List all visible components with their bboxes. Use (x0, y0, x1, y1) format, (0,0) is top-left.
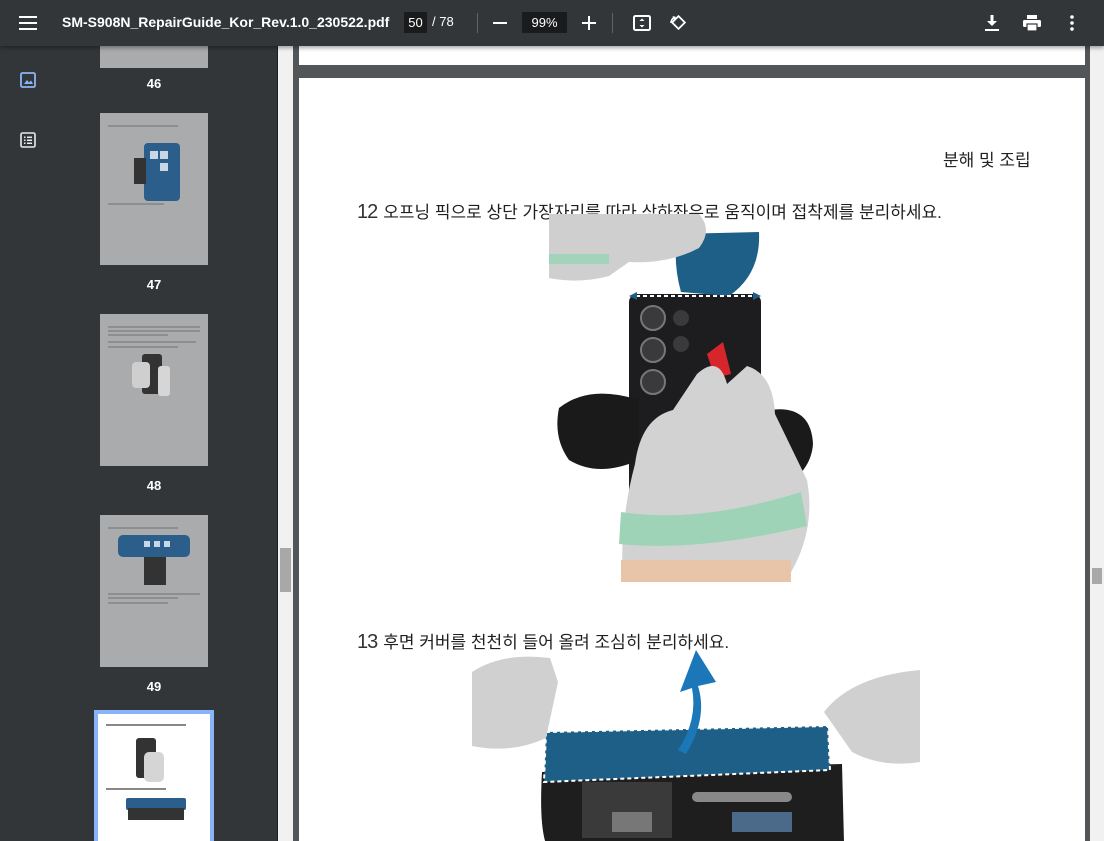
zoom-out-button[interactable] (484, 7, 516, 39)
thumbnails-tab[interactable] (14, 66, 42, 94)
figure-opening-pick (549, 214, 813, 582)
fit-page-icon (633, 15, 651, 31)
thumbnail-page-50-selected[interactable] (94, 710, 214, 841)
zoom-input[interactable]: 99% (522, 12, 567, 33)
toolbar-divider (477, 13, 478, 33)
zoom-in-icon (582, 16, 596, 30)
step-number: 12 (357, 201, 378, 223)
menu-button[interactable] (12, 7, 44, 39)
sidebar-rail (0, 46, 56, 841)
thumbnail-label: 48 (146, 478, 162, 493)
thumbnail-label: 47 (146, 277, 162, 292)
thumbnail-page-47[interactable] (100, 113, 208, 265)
previous-page (299, 46, 1085, 65)
thumbnail-image (108, 527, 200, 604)
zoom-in-button[interactable] (573, 7, 605, 39)
download-icon (985, 15, 999, 31)
more-vert-icon (1070, 15, 1074, 31)
list-icon (20, 132, 36, 148)
zoom-out-icon (493, 22, 507, 24)
print-button[interactable] (1016, 7, 1048, 39)
print-icon (1023, 15, 1041, 31)
thumbnail-page-46[interactable] (100, 46, 208, 68)
step-number: 13 (357, 631, 378, 653)
thumbnail-sidebar: 46 47 48 49 (0, 46, 277, 841)
thumbnail-page-48[interactable] (100, 314, 208, 466)
rotate-button[interactable] (662, 7, 694, 39)
outline-tab[interactable] (14, 126, 42, 154)
download-button[interactable] (976, 7, 1008, 39)
sidebar-scrollbar[interactable] (278, 46, 293, 841)
toolbar-divider (612, 13, 613, 33)
document-scrollbar[interactable] (1090, 46, 1104, 841)
section-title: 분해 및 조립 (943, 151, 1031, 170)
more-options-button[interactable] (1056, 7, 1088, 39)
sidebar-scrollbar-thumb[interactable] (280, 548, 291, 592)
thumbnail-page-49[interactable] (100, 515, 208, 667)
document-viewer: 분해 및 조립 12 오프닝 픽으로 상단 가장자리를 따라 상하좌우로 움직이며… (293, 46, 1090, 841)
document-scrollbar-thumb[interactable] (1092, 568, 1102, 584)
toolbar: SM-S908N_RepairGuide_Kor_Rev.1.0_230522.… (0, 0, 1104, 46)
fit-page-button[interactable] (626, 7, 658, 39)
pdf-page: 분해 및 조립 12 오프닝 픽으로 상단 가장자리를 따라 상하좌우로 움직이며… (299, 78, 1085, 841)
image-icon (20, 72, 36, 88)
thumbnail-label: 46 (146, 76, 162, 91)
rotate-icon (670, 14, 687, 31)
thumbnail-image (108, 326, 200, 396)
thumbnail-label: 49 (146, 679, 162, 694)
figure-back-cover-removal (472, 650, 920, 841)
document-title: SM-S908N_RepairGuide_Kor_Rev.1.0_230522.… (62, 14, 390, 30)
page-number-input[interactable]: 50 (404, 12, 427, 33)
page-total: / 78 (432, 14, 454, 29)
thumbnail-image (106, 724, 186, 820)
menu-icon (19, 16, 37, 30)
thumbnail-image (108, 125, 180, 205)
